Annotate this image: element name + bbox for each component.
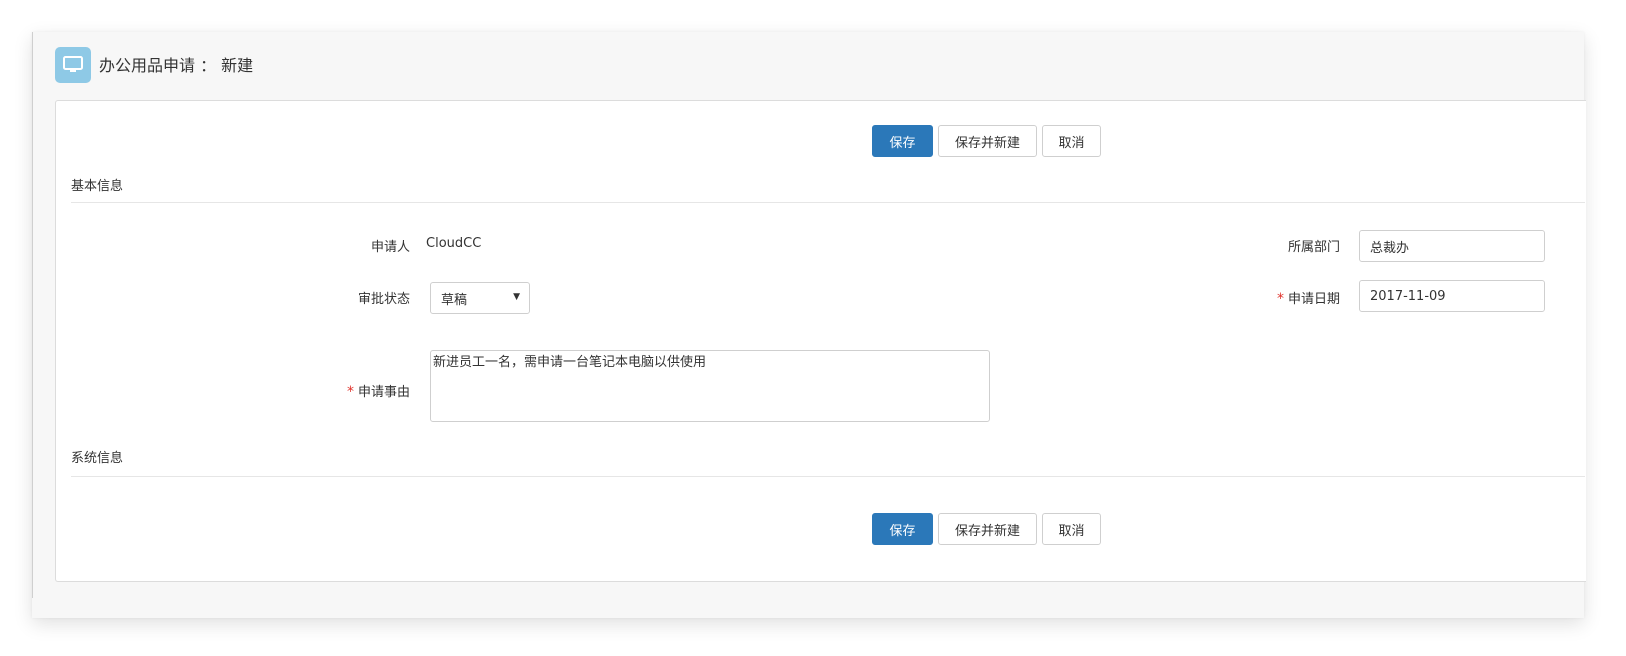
- dropdown-arrow-icon: ▼: [513, 292, 520, 302]
- apply-date-label: 申请日期: [1287, 292, 1340, 307]
- reason-label: 申请事由: [357, 385, 410, 400]
- applicant-label: 申请人: [370, 240, 410, 255]
- section-divider-system: [71, 476, 1585, 477]
- section-divider-basic: [71, 202, 1585, 203]
- section-title-basic-info: 基本信息: [71, 179, 124, 194]
- reason-label-row: * 申请事由: [300, 381, 410, 400]
- approval-status-label: 审批状态: [357, 292, 410, 307]
- department-field[interactable]: [1359, 230, 1545, 262]
- monitor-icon: [55, 47, 91, 83]
- panel-left-border: [32, 32, 33, 598]
- department-label: 所属部门: [1287, 240, 1340, 255]
- save-and-new-button-bottom[interactable]: 保存并新建: [938, 513, 1037, 545]
- approval-status-select[interactable]: 草稿 ▼: [430, 282, 530, 314]
- required-asterisk: *: [346, 384, 354, 400]
- apply-date-label-row: * 申请日期: [1230, 288, 1340, 307]
- save-button-top[interactable]: 保存: [872, 125, 933, 157]
- save-and-new-button-top[interactable]: 保存并新建: [938, 125, 1037, 157]
- cancel-button-bottom[interactable]: 取消: [1042, 513, 1101, 545]
- approval-status-value: 草稿: [441, 292, 468, 308]
- page-title: 办公用品申请 ： 新建: [99, 56, 254, 75]
- save-button-bottom[interactable]: 保存: [872, 513, 933, 545]
- section-title-system-info: 系统信息: [71, 451, 124, 466]
- reason-textarea[interactable]: 新进员工一名，需申请一台笔记本电脑以供使用: [430, 350, 990, 422]
- required-asterisk: *: [1276, 291, 1284, 307]
- applicant-value: CloudCC: [426, 236, 482, 251]
- cancel-button-top[interactable]: 取消: [1042, 125, 1101, 157]
- form-card: [55, 100, 1586, 582]
- apply-date-field[interactable]: [1359, 280, 1545, 312]
